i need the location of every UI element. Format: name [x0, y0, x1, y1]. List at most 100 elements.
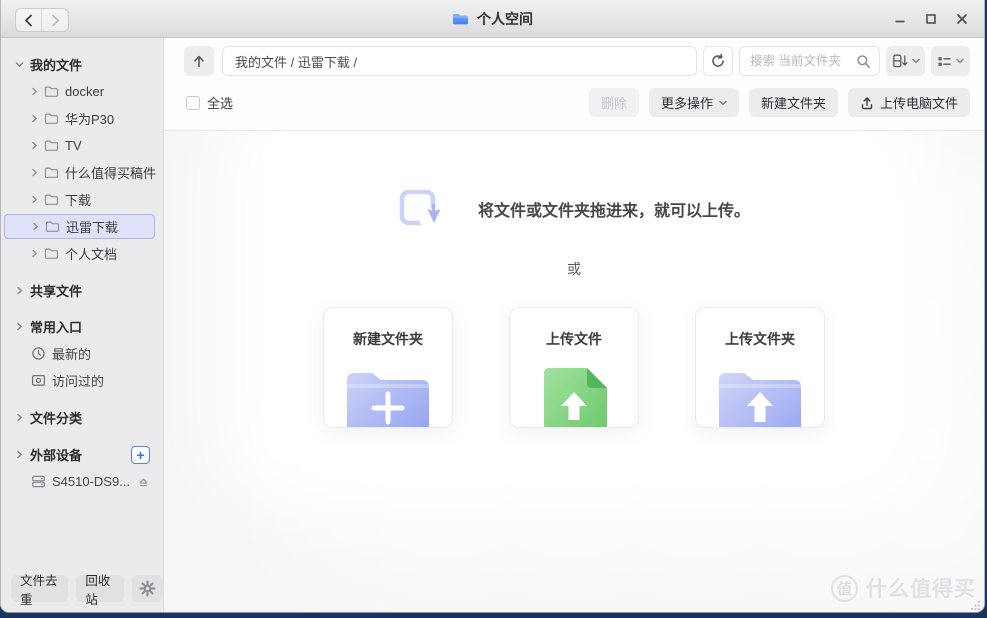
- upload-pc-files-label: 上传电脑文件: [880, 93, 958, 112]
- chevron-right-icon: [30, 195, 39, 204]
- folder-icon: [44, 166, 59, 179]
- sidebar-folder-thunder-downloads-selected[interactable]: 迅雷下载: [4, 214, 155, 239]
- add-device-button[interactable]: +: [131, 446, 150, 464]
- chevron-right-icon: [30, 168, 39, 177]
- delete-button[interactable]: 删除: [589, 88, 639, 117]
- sidebar-item-external-devices[interactable]: 外部设备 +: [1, 441, 163, 468]
- history-nav: [15, 8, 69, 32]
- breadcrumb[interactable]: 我的文件 / 迅雷下载 /: [222, 46, 697, 76]
- select-all-checkbox[interactable]: [186, 96, 200, 110]
- sort-button[interactable]: [886, 46, 925, 76]
- sidebar-item-quick-access[interactable]: 常用入口: [1, 313, 163, 340]
- smzdm-badge-icon: 值: [831, 575, 858, 602]
- search-input-wrap: [739, 46, 880, 76]
- recycle-bin-button[interactable]: 回收站: [76, 575, 124, 602]
- sidebar-item-my-files[interactable]: 我的文件: [1, 51, 163, 78]
- upload-pc-files-button[interactable]: 上传电脑文件: [848, 88, 970, 117]
- app-window: 个人空间 我的文件 do: [0, 0, 985, 613]
- sidebar-label: 访问过的: [52, 371, 104, 390]
- resize-grip[interactable]: [971, 600, 981, 610]
- chevron-right-icon: [15, 286, 24, 295]
- sidebar-label: 什么值得买稿件: [65, 163, 156, 182]
- sidebar: 我的文件 docker 华为P30 TV 什么值得买稿件: [1, 38, 164, 612]
- watermark-text: 什么值得买: [866, 573, 976, 603]
- folder-icon: [44, 85, 59, 98]
- breadcrumb-path: 我的文件 / 迅雷下载 /: [235, 52, 357, 71]
- close-button[interactable]: [952, 9, 972, 29]
- more-actions-button[interactable]: 更多操作: [649, 88, 739, 117]
- chevron-down-icon: [912, 58, 920, 64]
- dropzone-hint-text: 将文件或文件夹拖进来，就可以上传。: [478, 197, 750, 221]
- maximize-button[interactable]: [921, 9, 941, 29]
- sidebar-label: TV: [65, 138, 82, 153]
- disk-device-icon: [31, 474, 46, 489]
- folder-icon: [44, 247, 59, 260]
- forward-button[interactable]: [42, 9, 68, 31]
- view-mode-button[interactable]: [931, 46, 970, 76]
- card-label: 上传文件: [510, 329, 638, 349]
- sidebar-folder-huawei-p30[interactable]: 华为P30: [1, 105, 163, 132]
- sidebar-item-shared-files[interactable]: 共享文件: [1, 277, 163, 304]
- sidebar-label: 我的文件: [30, 55, 82, 74]
- sidebar-label: 常用入口: [30, 317, 82, 336]
- sidebar-folder-downloads[interactable]: 下载: [1, 186, 163, 213]
- chevron-down-icon: [719, 100, 727, 106]
- chevron-down-icon: [956, 58, 964, 64]
- sidebar-label: 个人文档: [65, 244, 117, 263]
- sidebar-label: 外部设备: [30, 445, 82, 464]
- sidebar-folder-smzdm-drafts[interactable]: 什么值得买稿件: [1, 159, 163, 186]
- sidebar-label: docker: [65, 84, 104, 99]
- list-view-icon: [937, 55, 952, 68]
- chevron-right-icon: [30, 114, 39, 123]
- toolbar: 我的文件 / 迅雷下载 /: [164, 38, 984, 131]
- settings-button[interactable]: [132, 575, 163, 602]
- chevron-right-icon: [15, 450, 24, 459]
- sidebar-label: 下载: [65, 190, 91, 209]
- sidebar-folder-personal-docs[interactable]: 个人文档: [1, 240, 163, 267]
- upload-file-card[interactable]: 上传文件: [509, 307, 639, 428]
- sidebar-item-visited[interactable]: 访问过的: [1, 367, 163, 394]
- chevron-right-icon: [15, 322, 24, 331]
- drag-cursor-icon: [398, 188, 440, 230]
- card-label: 上传文件夹: [696, 329, 824, 349]
- eject-icon[interactable]: [137, 476, 150, 488]
- refresh-button[interactable]: [703, 46, 733, 76]
- chevron-right-icon: [51, 14, 60, 27]
- sidebar-label: 共享文件: [30, 281, 82, 300]
- select-all[interactable]: 全选: [186, 93, 233, 112]
- folder-icon: [44, 139, 59, 152]
- select-all-label: 全选: [207, 93, 233, 112]
- main-panel: 我的文件 / 迅雷下载 /: [164, 38, 984, 612]
- watermark: 值 什么值得买: [831, 573, 976, 603]
- chevron-right-icon: [31, 222, 40, 231]
- folder-plus-icon: [342, 364, 434, 428]
- back-button[interactable]: [16, 9, 42, 31]
- sidebar-item-recent[interactable]: 最新的: [1, 340, 163, 367]
- file-dedupe-button[interactable]: 文件去重: [11, 575, 68, 602]
- sidebar-folder-docker[interactable]: docker: [1, 78, 163, 105]
- refresh-icon: [710, 53, 726, 69]
- go-up-button[interactable]: [184, 46, 214, 76]
- sidebar-label: 华为P30: [65, 109, 114, 128]
- minimize-button[interactable]: [890, 9, 910, 29]
- chevron-left-icon: [24, 14, 33, 27]
- chevron-right-icon: [30, 87, 39, 96]
- sidebar-label: 最新的: [52, 344, 91, 363]
- gear-icon: [139, 580, 156, 597]
- sidebar-item-file-categories[interactable]: 文件分类: [1, 404, 163, 431]
- app-folder-icon: [452, 12, 469, 26]
- titlebar: 个人空间: [1, 0, 984, 38]
- sidebar-item-device-s4510[interactable]: S4510-DS9...: [1, 468, 163, 495]
- sidebar-label: 文件分类: [30, 408, 82, 427]
- desktop: 个人空间 我的文件 do: [0, 0, 987, 618]
- new-folder-card[interactable]: 新建文件夹: [323, 307, 453, 428]
- search-input[interactable]: [750, 54, 852, 68]
- clock-icon: [31, 346, 46, 361]
- folder-icon: [44, 193, 59, 206]
- file-drop-area[interactable]: 将文件或文件夹拖进来，就可以上传。 或 新建文件夹: [164, 131, 984, 612]
- upload-folder-card[interactable]: 上传文件夹: [695, 307, 825, 428]
- sidebar-label: 迅雷下载: [66, 217, 118, 236]
- new-folder-button[interactable]: 新建文件夹: [749, 88, 838, 117]
- sidebar-folder-tv[interactable]: TV: [1, 132, 163, 159]
- chevron-down-icon: [15, 60, 24, 69]
